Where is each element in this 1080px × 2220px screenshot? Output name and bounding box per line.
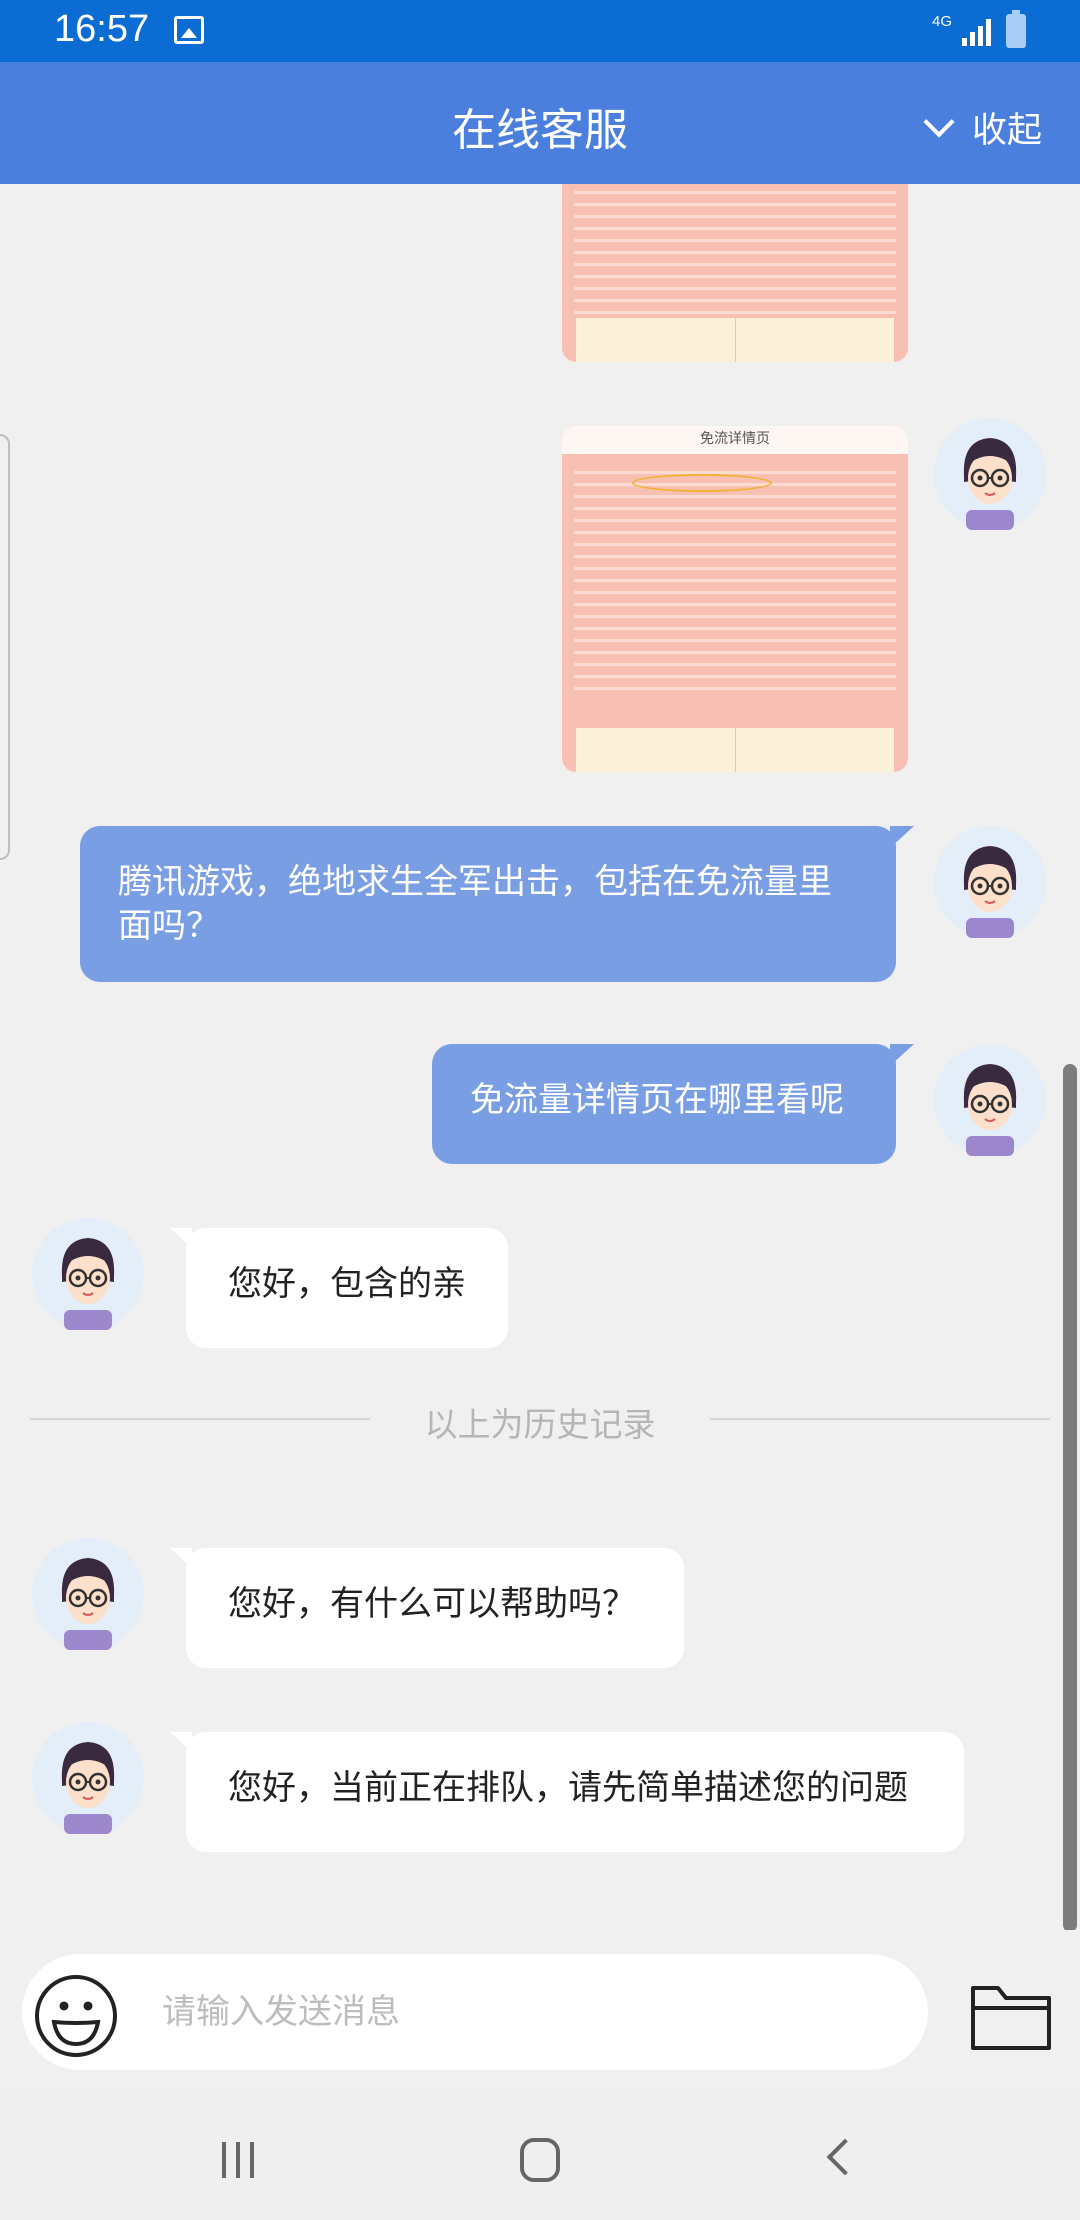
message-input[interactable] bbox=[22, 1954, 928, 2070]
battery-icon bbox=[1006, 10, 1026, 48]
signal-icon bbox=[962, 19, 991, 46]
user-avatar[interactable] bbox=[934, 826, 1046, 938]
message-text: 您好，有什么可以帮助吗？ bbox=[228, 1584, 636, 1624]
status-time: 16:57 bbox=[54, 8, 150, 50]
collapse-label: 收起 bbox=[971, 111, 1042, 151]
image-message[interactable]: 免流详情页 bbox=[562, 426, 908, 772]
incoming-message[interactable]: 您好，包含的亲 bbox=[170, 1228, 508, 1348]
history-divider: 以上为历史记录 bbox=[30, 1398, 1050, 1444]
input-bar bbox=[0, 1930, 1080, 2092]
chevron-down-icon bbox=[923, 105, 955, 138]
outgoing-message[interactable]: 腾讯游戏，绝地求生全军出击，包括在免流量里面吗？ bbox=[80, 826, 914, 982]
header: 在线客服 收起 bbox=[0, 62, 1080, 184]
page-title: 在线客服 bbox=[452, 105, 628, 156]
emoji-icon[interactable] bbox=[34, 1974, 118, 2058]
highlight-circle bbox=[632, 474, 772, 492]
message-text: 免流量详情页在哪里看呢 bbox=[470, 1080, 844, 1120]
agent-avatar[interactable] bbox=[32, 1538, 144, 1650]
screenshot-table bbox=[576, 728, 894, 772]
screenshot-caption: 免流详情页 bbox=[700, 431, 770, 447]
user-avatar[interactable] bbox=[934, 1044, 1046, 1156]
image-icon bbox=[174, 16, 204, 44]
system-nav-bar bbox=[0, 2092, 1080, 2220]
recent-apps-icon[interactable] bbox=[218, 2140, 258, 2180]
message-text: 腾讯游戏，绝地求生全军出击，包括在免流量里面吗？ bbox=[118, 862, 832, 946]
message-text: 您好，当前正在排队，请先简单描述您的问题 bbox=[228, 1768, 908, 1808]
home-icon[interactable] bbox=[520, 2138, 560, 2182]
incoming-message[interactable]: 您好，当前正在排队，请先简单描述您的问题 bbox=[170, 1732, 964, 1852]
incoming-message[interactable]: 您好，有什么可以帮助吗？ bbox=[170, 1548, 684, 1668]
chat-area[interactable]: 免流详情页 腾讯游戏，绝地求生全军出击，包括在免流量里面吗？ 免流量详情页在哪里… bbox=[0, 184, 1080, 1930]
chat-scrollbar[interactable] bbox=[1063, 1064, 1077, 1930]
message-text: 您好，包含的亲 bbox=[228, 1264, 466, 1304]
network-type: 4G bbox=[932, 13, 953, 30]
collapse-button[interactable]: 收起 bbox=[923, 102, 1042, 153]
back-icon[interactable] bbox=[826, 2138, 864, 2176]
folder-icon[interactable] bbox=[970, 1982, 1052, 2052]
screenshot-table bbox=[576, 318, 894, 362]
side-panel-handle[interactable] bbox=[0, 434, 10, 860]
outgoing-message[interactable]: 免流量详情页在哪里看呢 bbox=[432, 1044, 914, 1164]
agent-avatar[interactable] bbox=[32, 1218, 144, 1330]
user-avatar[interactable] bbox=[934, 418, 1046, 530]
status-bar: 16:57 4G bbox=[0, 0, 1080, 62]
history-divider-text: 以上为历史记录 bbox=[424, 1405, 656, 1444]
image-message[interactable] bbox=[562, 184, 908, 362]
agent-avatar[interactable] bbox=[32, 1722, 144, 1834]
